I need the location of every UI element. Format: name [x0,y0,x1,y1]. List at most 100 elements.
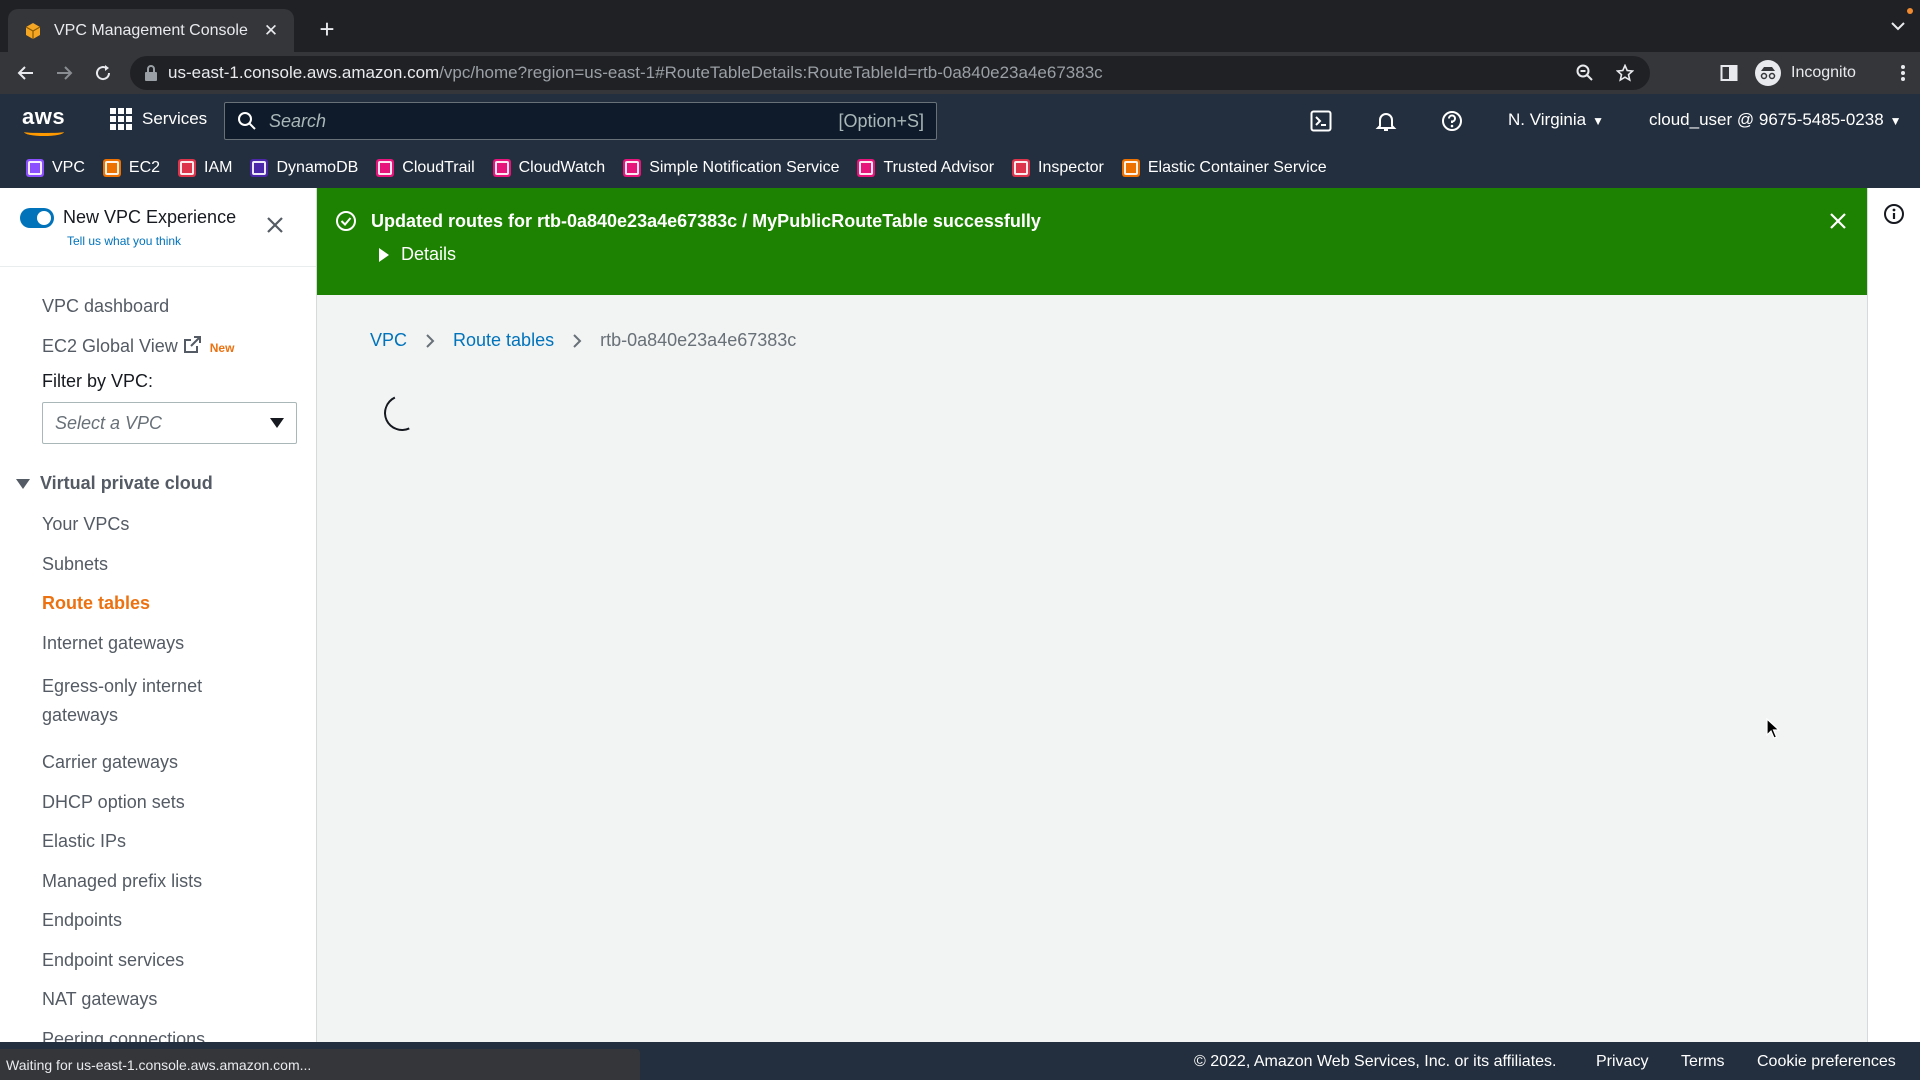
cloudshell-icon[interactable] [1309,109,1333,133]
favorite-vpc[interactable]: VPC [26,159,85,177]
sidebar-item-internet-gateways[interactable]: Internet gateways [42,633,184,654]
sidebar-item-ec2-global-view[interactable]: EC2 Global View New [42,335,234,357]
zoom-icon[interactable] [1576,64,1594,82]
sidebar-item-egress-only-internet-gateways[interactable]: Egress-only internet gateways [42,672,202,730]
help-icon[interactable] [1440,109,1464,133]
feedback-link[interactable]: Tell us what you think [67,234,181,248]
favorite-label: Inspector [1038,159,1104,176]
new-badge: New [209,341,235,355]
success-check-icon [336,211,356,231]
bookmark-star-icon[interactable] [1616,64,1634,82]
region-selector[interactable]: N. Virginia ▼ [1508,110,1604,130]
section-virtual-private-cloud[interactable]: Virtual private cloud [16,473,213,494]
favorite-label: Trusted Advisor [883,159,995,176]
favorite-dynamodb[interactable]: DynamoDB [250,159,358,177]
sidebar-item-route-tables[interactable]: Route tables [42,593,150,614]
search-icon [238,112,256,130]
favorite-ec2[interactable]: EC2 [102,159,161,177]
sidebar-item-dhcp-option-sets[interactable]: DHCP option sets [42,792,185,813]
sidebar-item-vpc-dashboard[interactable]: VPC dashboard [42,296,169,317]
vpc-filter-select[interactable]: Select a VPC [42,402,297,444]
tab-search-chevron-icon[interactable] [1890,20,1906,32]
close-sidebar-icon[interactable] [266,216,284,234]
caret-down-icon [270,418,284,428]
sidebar-divider [0,266,316,267]
favorite-label: EC2 [128,159,161,176]
info-icon[interactable] [1883,203,1905,225]
address-bar[interactable]: us-east-1.console.aws.amazon.com/vpc/hom… [130,56,1650,90]
vpc-service-icon [26,159,44,177]
aws-logo[interactable]: aws [22,104,65,136]
trusted-advisor-service-icon [857,159,876,177]
search-input[interactable]: Search [Option+S] [224,102,937,140]
cookie-preferences-link[interactable]: Cookie preferences [1757,1053,1896,1071]
mouse-cursor-icon [1766,718,1780,739]
favorite-trusted-advisor[interactable]: Trusted Advisor [857,159,994,177]
caret-down-icon [16,478,30,489]
help-panel-rail [1867,188,1920,1042]
sidebar-item-endpoint-services[interactable]: Endpoint services [42,950,184,971]
sidebar-item-subnets[interactable]: Subnets [42,554,108,575]
chevron-down-icon: ▼ [1889,114,1902,128]
favorite-label: IAM [204,159,233,176]
new-experience-title: New VPC Experience [63,207,237,227]
terms-link[interactable]: Terms [1681,1053,1725,1071]
reload-icon[interactable] [90,60,116,86]
account-menu[interactable]: cloud_user @ 9675-5485-0238 ▼ [1649,110,1902,130]
inspector-service-icon [1012,159,1031,177]
favorite-cloudtrail[interactable]: CloudTrail [376,159,475,177]
profile-label: Incognito [1791,64,1856,81]
search-shortcut: [Option+S] [838,110,924,131]
incognito-icon [1755,60,1781,86]
flash-details-toggle[interactable]: Details [379,244,456,265]
aws-top-navigation: aws Services Search [Option+S] N. Virgin… [0,94,1920,148]
browser-menu-icon[interactable] [1900,64,1906,82]
forward-icon[interactable] [51,60,77,86]
services-menu-button[interactable]: Services [110,108,207,130]
back-icon[interactable] [13,60,39,86]
sidebar-item-carrier-gateways[interactable]: Carrier gateways [42,752,178,773]
incognito-profile[interactable]: Incognito [1755,57,1856,89]
browser-tab-strip: VPC Management Console ✕ + [0,0,1920,52]
new-tab-icon[interactable]: + [312,14,342,44]
breadcrumb-current: rtb-0a840e23a4e67383c [600,330,797,350]
ec2-service-icon [102,159,121,177]
browser-toolbar: us-east-1.console.aws.amazon.com/vpc/hom… [0,52,1920,94]
favorites-bar: VPC EC2 IAM DynamoDB CloudTrail CloudWat… [0,148,1920,188]
sidebar-item-peering-connections[interactable]: Peering connections [42,1029,205,1042]
favorite-sns[interactable]: Simple Notification Service [623,159,839,177]
breadcrumb: VPC Route tables rtb-0a840e23a4e67383c [370,330,796,351]
new-experience-toggle[interactable] [20,208,54,228]
ecs-service-icon [1121,159,1140,177]
cloudtrail-service-icon [376,159,395,177]
breadcrumb-route-tables[interactable]: Route tables [453,330,554,351]
tab-close-icon[interactable]: ✕ [260,21,282,41]
flash-message: Updated routes for rtb-0a840e23a4e67383c… [371,211,1041,231]
privacy-link[interactable]: Privacy [1596,1053,1648,1071]
sidebar-item-your-vpcs[interactable]: Your VPCs [42,514,129,535]
breadcrumb-vpc[interactable]: VPC [370,330,407,351]
notifications-bell-icon[interactable] [1374,109,1398,133]
section-title: Virtual private cloud [40,473,213,493]
sidebar-item-elastic-ips[interactable]: Elastic IPs [42,831,126,852]
search-placeholder: Search [269,110,327,131]
sidebar-item-nat-gateways[interactable]: NAT gateways [42,989,157,1010]
favorite-inspector[interactable]: Inspector [1012,159,1104,177]
dismiss-flash-icon[interactable] [1829,212,1847,230]
account-label: cloud_user @ 9675-5485-0238 [1649,110,1884,129]
url-host: us-east-1.console.aws.amazon.com [168,63,440,82]
favorite-label: VPC [52,159,85,176]
side-panel-icon[interactable] [1720,64,1738,82]
favorite-ecs[interactable]: Elastic Container Service [1121,159,1327,177]
favorite-iam[interactable]: IAM [178,159,232,177]
aws-cube-favicon-icon [25,22,41,39]
favorite-label: DynamoDB [276,159,359,176]
sidebar-item-managed-prefix-lists[interactable]: Managed prefix lists [42,871,202,892]
region-label: N. Virginia [1508,110,1587,129]
browser-tab[interactable]: VPC Management Console ✕ [8,9,294,52]
sidebar-item-endpoints[interactable]: Endpoints [42,910,122,931]
caret-right-icon [379,247,389,262]
favorite-cloudwatch[interactable]: CloudWatch [492,159,606,177]
favorite-label: CloudWatch [518,159,606,176]
dynamodb-service-icon [250,159,269,177]
